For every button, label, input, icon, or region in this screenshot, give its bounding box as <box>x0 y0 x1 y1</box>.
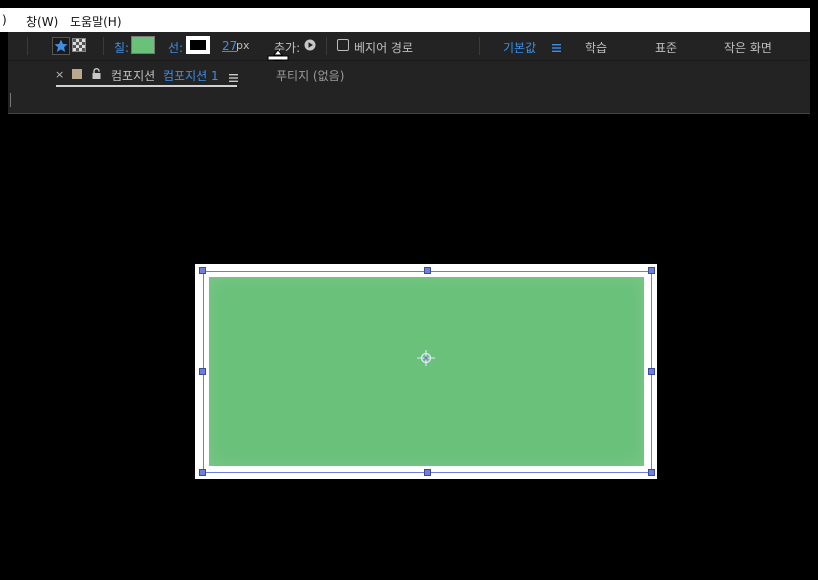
selection-bounding-box <box>203 271 652 473</box>
workspace-small-screen[interactable]: 작은 화면 <box>724 39 772 56</box>
toolbar-divider <box>27 37 28 55</box>
fill-label: 칠: <box>114 41 130 55</box>
toolbar-divider <box>326 37 327 55</box>
toolbar-divider <box>103 37 104 55</box>
tools-panel: 칠: 선: 27 px 추가: 베지어 경로 기본값 학습 표준 작은 화면 <box>8 32 810 67</box>
transform-handle-bottom-right[interactable] <box>648 469 655 476</box>
star-tool-button[interactable] <box>52 37 70 55</box>
stroke-width-value[interactable]: 27 <box>222 39 237 53</box>
workspace-learn[interactable]: 학습 <box>585 39 607 56</box>
menu-item-partial[interactable]: ) <box>2 13 7 27</box>
transform-handle-middle-right[interactable] <box>648 368 655 375</box>
menu-item-window[interactable]: 창(W) <box>26 13 58 30</box>
composition-tab-bar: × 컴포지션 컴포지션 1 푸티지 (없음) <box>8 61 810 89</box>
composition-breadcrumb-bar <box>8 89 810 114</box>
composition-tab-name[interactable]: 컴포지션 1 <box>163 67 219 84</box>
stroke-color-chip <box>190 40 206 50</box>
composition-tab-prefix[interactable]: 컴포지션 <box>111 67 155 84</box>
workspace-standard[interactable]: 표준 <box>655 39 677 56</box>
transform-handle-bottom-center[interactable] <box>424 469 431 476</box>
transform-handle-bottom-left[interactable] <box>199 469 206 476</box>
lock-icon[interactable] <box>92 68 101 79</box>
menu-item-help[interactable]: 도움말(H) <box>70 13 122 30</box>
transform-handle-top-center[interactable] <box>424 267 431 274</box>
star-icon <box>54 39 68 52</box>
stroke-color-swatch[interactable] <box>186 36 210 54</box>
composition-viewer[interactable] <box>0 114 818 580</box>
toolbar-divider <box>479 37 480 55</box>
breadcrumb-marker <box>10 93 11 107</box>
transform-handle-top-right[interactable] <box>648 267 655 274</box>
add-menu-button[interactable] <box>304 39 316 51</box>
menu-bar: ) 창(W) 도움말(H) <box>0 8 810 32</box>
stroke-width-unit: px <box>236 39 250 52</box>
panel-menu-icon[interactable] <box>229 71 238 82</box>
transform-handle-top-left[interactable] <box>199 267 206 274</box>
close-tab-icon[interactable]: × <box>55 68 64 81</box>
play-circle-icon <box>304 39 316 51</box>
checker-tool-icon[interactable] <box>72 38 86 52</box>
transform-handle-middle-left[interactable] <box>199 368 206 375</box>
workspace-default[interactable]: 기본값 <box>503 39 536 56</box>
label-color-icon[interactable] <box>72 69 82 79</box>
bezier-path-checkbox[interactable] <box>337 39 349 51</box>
workspace-menu-icon[interactable] <box>552 41 561 52</box>
bezier-path-label: 베지어 경로 <box>354 41 414 55</box>
anchor-point-icon[interactable] <box>416 349 436 367</box>
footage-tab-label[interactable]: 푸티지 (없음) <box>276 67 344 84</box>
fill-color-swatch[interactable] <box>131 36 155 54</box>
active-tab-underline <box>56 85 237 87</box>
stroke-label: 선: <box>168 41 184 55</box>
fill-color-chip <box>132 37 154 53</box>
